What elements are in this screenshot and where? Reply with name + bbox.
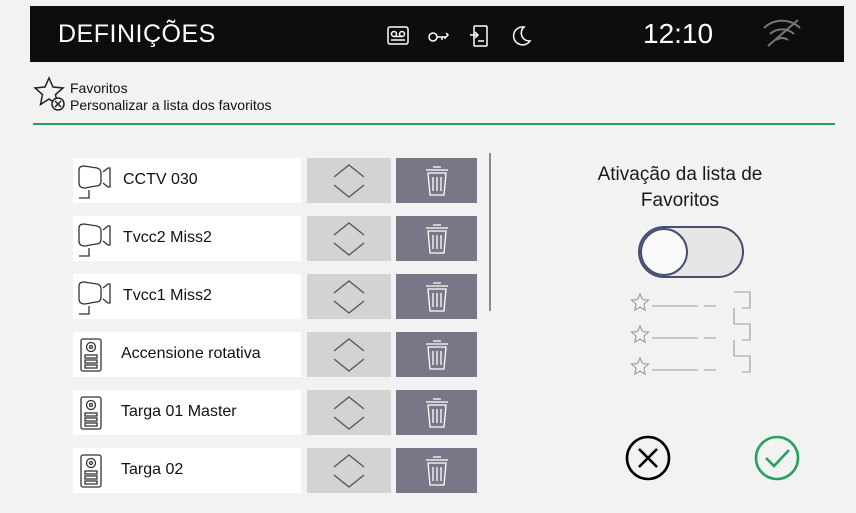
reorder-button[interactable] [307, 274, 391, 319]
list-item: CCTV 030 [73, 158, 477, 203]
wifi-off-icon [760, 18, 804, 53]
divider [33, 123, 835, 125]
entrance-panel-icon [79, 395, 103, 436]
favorite-name: Accensione rotativa [121, 345, 261, 362]
entrance-panel-icon [79, 337, 103, 378]
favorite-name: CCTV 030 [123, 171, 198, 188]
reorder-button[interactable] [307, 332, 391, 377]
list-item: Tvcc1 Miss2 [73, 274, 477, 319]
section-title: Favoritos [70, 80, 128, 96]
activation-label: Ativação da lista de Favoritos [597, 164, 763, 211]
page-title: DEFINIÇÕES [58, 20, 216, 48]
delete-button[interactable] [396, 448, 477, 493]
clock: 12:10 [643, 18, 714, 49]
favorite-label[interactable]: Accensione rotativa [73, 332, 301, 377]
list-item: Targa 01 Master [73, 390, 477, 435]
list-item: Accensione rotativa [73, 332, 477, 377]
camera-icon [77, 222, 129, 267]
favorites-toggle[interactable] [638, 226, 744, 278]
list-item: Tvcc2 Miss2 [73, 216, 477, 261]
confirm-button[interactable] [753, 434, 801, 487]
reorder-button[interactable] [307, 216, 391, 261]
delete-button[interactable] [396, 390, 477, 435]
favorite-name: Tvcc2 Miss2 [123, 229, 212, 246]
favorite-label[interactable]: CCTV 030 [73, 158, 301, 203]
moon-icon [509, 24, 533, 48]
delete-button[interactable] [396, 274, 477, 319]
reorder-button[interactable] [307, 158, 391, 203]
favorites-list-icon [630, 290, 756, 391]
reorder-button[interactable] [307, 448, 391, 493]
door-phone-icon [468, 24, 492, 48]
toggle-knob [640, 228, 688, 276]
favorite-label[interactable]: Tvcc1 Miss2 [73, 274, 301, 319]
section-subtitle: Personalizar a lista dos favoritos [70, 97, 272, 113]
list-item: Targa 02 [73, 448, 477, 493]
voicemail-icon [386, 24, 410, 48]
favorite-name: Tvcc1 Miss2 [123, 287, 212, 304]
cancel-button[interactable] [624, 434, 672, 487]
favorite-name: Targa 02 [121, 461, 184, 478]
status-icons [386, 24, 533, 48]
delete-button[interactable] [396, 158, 477, 203]
favorite-label[interactable]: Targa 02 [73, 448, 301, 493]
camera-icon [77, 164, 129, 209]
key-icon [427, 24, 451, 48]
entrance-panel-icon [79, 453, 103, 494]
reorder-button[interactable] [307, 390, 391, 435]
favorite-label[interactable]: Targa 01 Master [73, 390, 301, 435]
star-remove-icon [32, 75, 68, 120]
delete-button[interactable] [396, 216, 477, 261]
top-bar: DEFINIÇÕES 12:10 [0, 0, 856, 75]
scrollbar[interactable] [489, 153, 491, 311]
favorite-name: Targa 01 Master [121, 403, 237, 420]
camera-icon [77, 280, 129, 325]
delete-button[interactable] [396, 332, 477, 377]
favorite-label[interactable]: Tvcc2 Miss2 [73, 216, 301, 261]
status-bar: DEFINIÇÕES 12:10 [30, 6, 844, 62]
